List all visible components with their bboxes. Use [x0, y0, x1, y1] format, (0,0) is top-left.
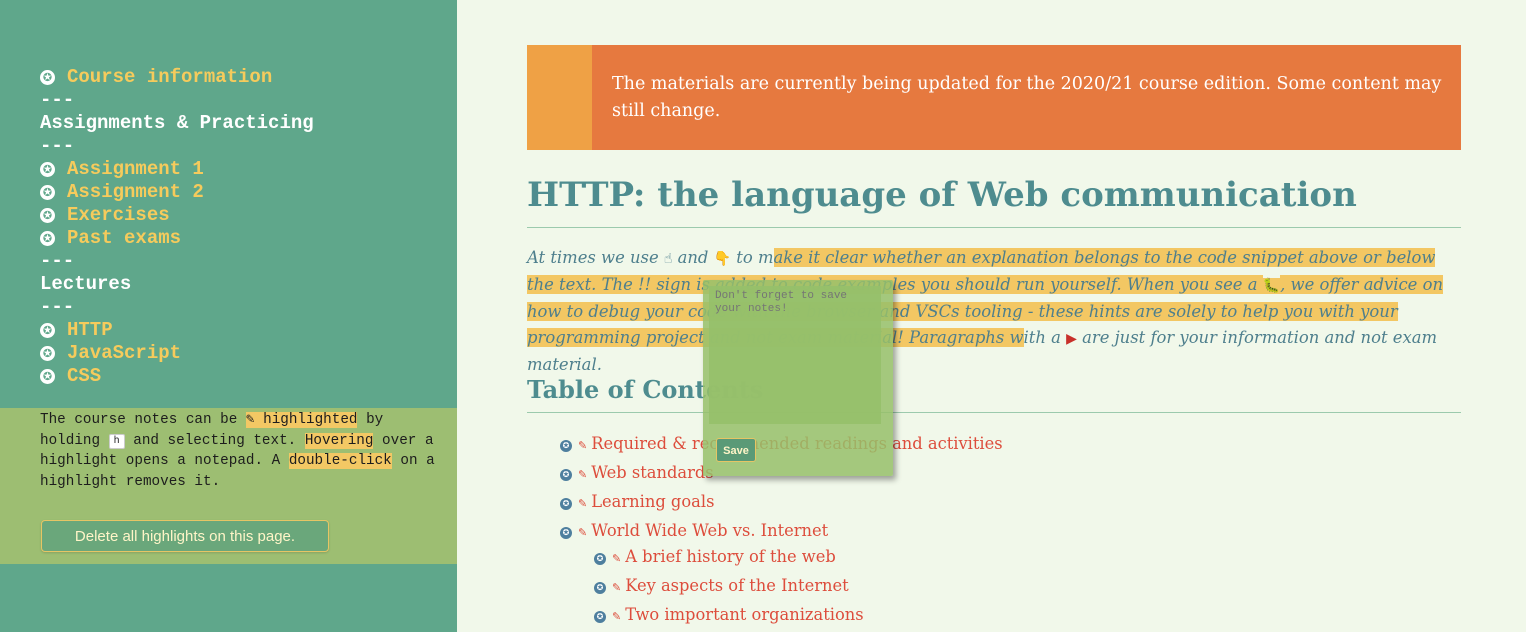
help-double-click-word: double-click	[288, 453, 392, 470]
toc-divider	[527, 412, 1461, 413]
red-flag-icon: ▶	[1066, 331, 1077, 347]
toc-item-label[interactable]: World Wide Web vs. Internet	[591, 521, 828, 540]
page-title: HTTP: the language of Web communication	[527, 175, 1357, 215]
sidebar-item-assignment-2[interactable]: ✪ Assignment 2	[40, 181, 314, 204]
update-notice-banner: The materials are currently being update…	[527, 45, 1461, 150]
sidebar-item-past-exams[interactable]: ✪ Past exams	[40, 227, 314, 250]
sidebar-nav: ✪ Course information --- Assignments & Pr…	[40, 66, 314, 388]
star-circle-icon: ✪	[40, 346, 55, 361]
star-circle-icon: ✪	[594, 582, 606, 594]
separator: ---	[40, 135, 75, 157]
sidebar-item-css[interactable]: ✪ CSS	[40, 365, 314, 388]
bug-icon: 🐛	[1262, 278, 1281, 294]
sidebar-item-label[interactable]: HTTP	[67, 319, 113, 341]
help-text: The course notes can be	[40, 412, 246, 428]
sidebar-item-course-information[interactable]: ✪ Course information	[40, 66, 314, 89]
separator: ---	[40, 296, 75, 318]
intro-text: ith a	[1023, 328, 1067, 347]
star-circle-icon: ✪	[40, 231, 55, 246]
intro-text: and	[672, 248, 714, 267]
double-exclamation-icon: !!	[638, 275, 652, 294]
highlight-help-text: The course notes can be ✎ highlighted by…	[40, 410, 440, 492]
highlight-help-panel: The course notes can be ✎ highlighted by…	[0, 408, 457, 564]
sidebar-item-label[interactable]: Assignment 1	[67, 158, 204, 180]
star-circle-icon: ✪	[40, 323, 55, 338]
toc-item-label[interactable]: Two important organizations	[625, 605, 863, 624]
pencil-icon: ✎	[578, 468, 588, 481]
sidebar-item-assignment-1[interactable]: ✪ Assignment 1	[40, 158, 314, 181]
sidebar-item-javascript[interactable]: ✪ JavaScript	[40, 342, 314, 365]
toc-item-label[interactable]: A brief history of the web	[625, 547, 836, 566]
star-circle-icon: ✪	[40, 185, 55, 200]
sidebar-item-label[interactable]: JavaScript	[67, 342, 181, 364]
sidebar-item-exercises[interactable]: ✪ Exercises	[40, 204, 314, 227]
separator: ---	[40, 250, 75, 272]
save-button[interactable]: Save	[716, 438, 756, 462]
pencil-icon: ✎	[612, 581, 622, 594]
star-circle-icon: ✪	[560, 527, 572, 539]
sidebar-item-label[interactable]: Assignment 2	[67, 181, 204, 203]
help-hovering-word: Hovering	[304, 432, 374, 449]
pencil-icon: ✎	[578, 526, 588, 539]
star-circle-icon: ✪	[40, 70, 55, 85]
banner-text: The materials are currently being update…	[612, 74, 1442, 121]
sidebar-item-label[interactable]: Past exams	[67, 227, 181, 249]
sidebar-item-label[interactable]: Exercises	[67, 204, 170, 226]
sidebar-item-label[interactable]: CSS	[67, 365, 101, 387]
toc-item-label[interactable]: Learning goals	[591, 492, 714, 511]
sidebar: ✪ Course information --- Assignments & Pr…	[0, 0, 457, 632]
toc-item-organizations[interactable]: ✪ ✎ Two important organizations	[594, 601, 864, 631]
toc-item-label[interactable]: Web standards	[591, 463, 713, 482]
sidebar-heading-assignments: Assignments & Practicing	[40, 112, 314, 134]
pencil-icon: ✎	[578, 439, 588, 452]
delete-highlights-button[interactable]: Delete all highlights on this page.	[41, 520, 329, 552]
star-circle-icon: ✪	[560, 440, 572, 452]
sidebar-item-http[interactable]: ✪ HTTP	[40, 319, 314, 342]
sidebar-item-label[interactable]: Course information	[67, 66, 272, 88]
star-circle-icon: ✪	[40, 369, 55, 384]
intro-text: to m	[731, 248, 774, 267]
keyboard-key-h: h	[108, 433, 125, 449]
star-circle-icon: ✪	[560, 498, 572, 510]
toc-item-learning-goals[interactable]: ✪ ✎ Learning goals	[560, 488, 714, 518]
pencil-icon: ✎	[578, 497, 588, 510]
help-text: and selecting text.	[124, 432, 305, 449]
banner-accent	[527, 45, 592, 150]
highlight-notepad: Save	[703, 280, 893, 476]
separator: ---	[40, 89, 75, 111]
pointing-down-icon: 👇	[713, 251, 732, 267]
toc-item-internet-aspects[interactable]: ✪ ✎ Key aspects of the Internet	[594, 572, 849, 602]
help-highlight-word: ✎ highlighted	[245, 412, 358, 428]
toc-item-web-standards[interactable]: ✪ ✎ Web standards	[560, 459, 714, 489]
intro-text: At times we use	[527, 248, 664, 267]
notepad-input[interactable]	[709, 286, 881, 424]
star-circle-icon: ✪	[560, 469, 572, 481]
toc-item-label[interactable]: Key aspects of the Internet	[625, 576, 848, 595]
star-circle-icon: ✪	[594, 553, 606, 565]
pencil-icon: ✎	[612, 552, 622, 565]
pencil-icon: ✎	[612, 610, 622, 623]
star-circle-icon: ✪	[40, 162, 55, 177]
toc-item-history[interactable]: ✪ ✎ A brief history of the web	[594, 543, 836, 573]
star-circle-icon: ✪	[594, 611, 606, 623]
star-circle-icon: ✪	[40, 208, 55, 223]
sidebar-heading-lectures: Lectures	[40, 273, 132, 295]
intro-paragraph: At times we use ☝ and 👇 to make it clear…	[527, 245, 1461, 378]
title-divider	[527, 227, 1461, 228]
